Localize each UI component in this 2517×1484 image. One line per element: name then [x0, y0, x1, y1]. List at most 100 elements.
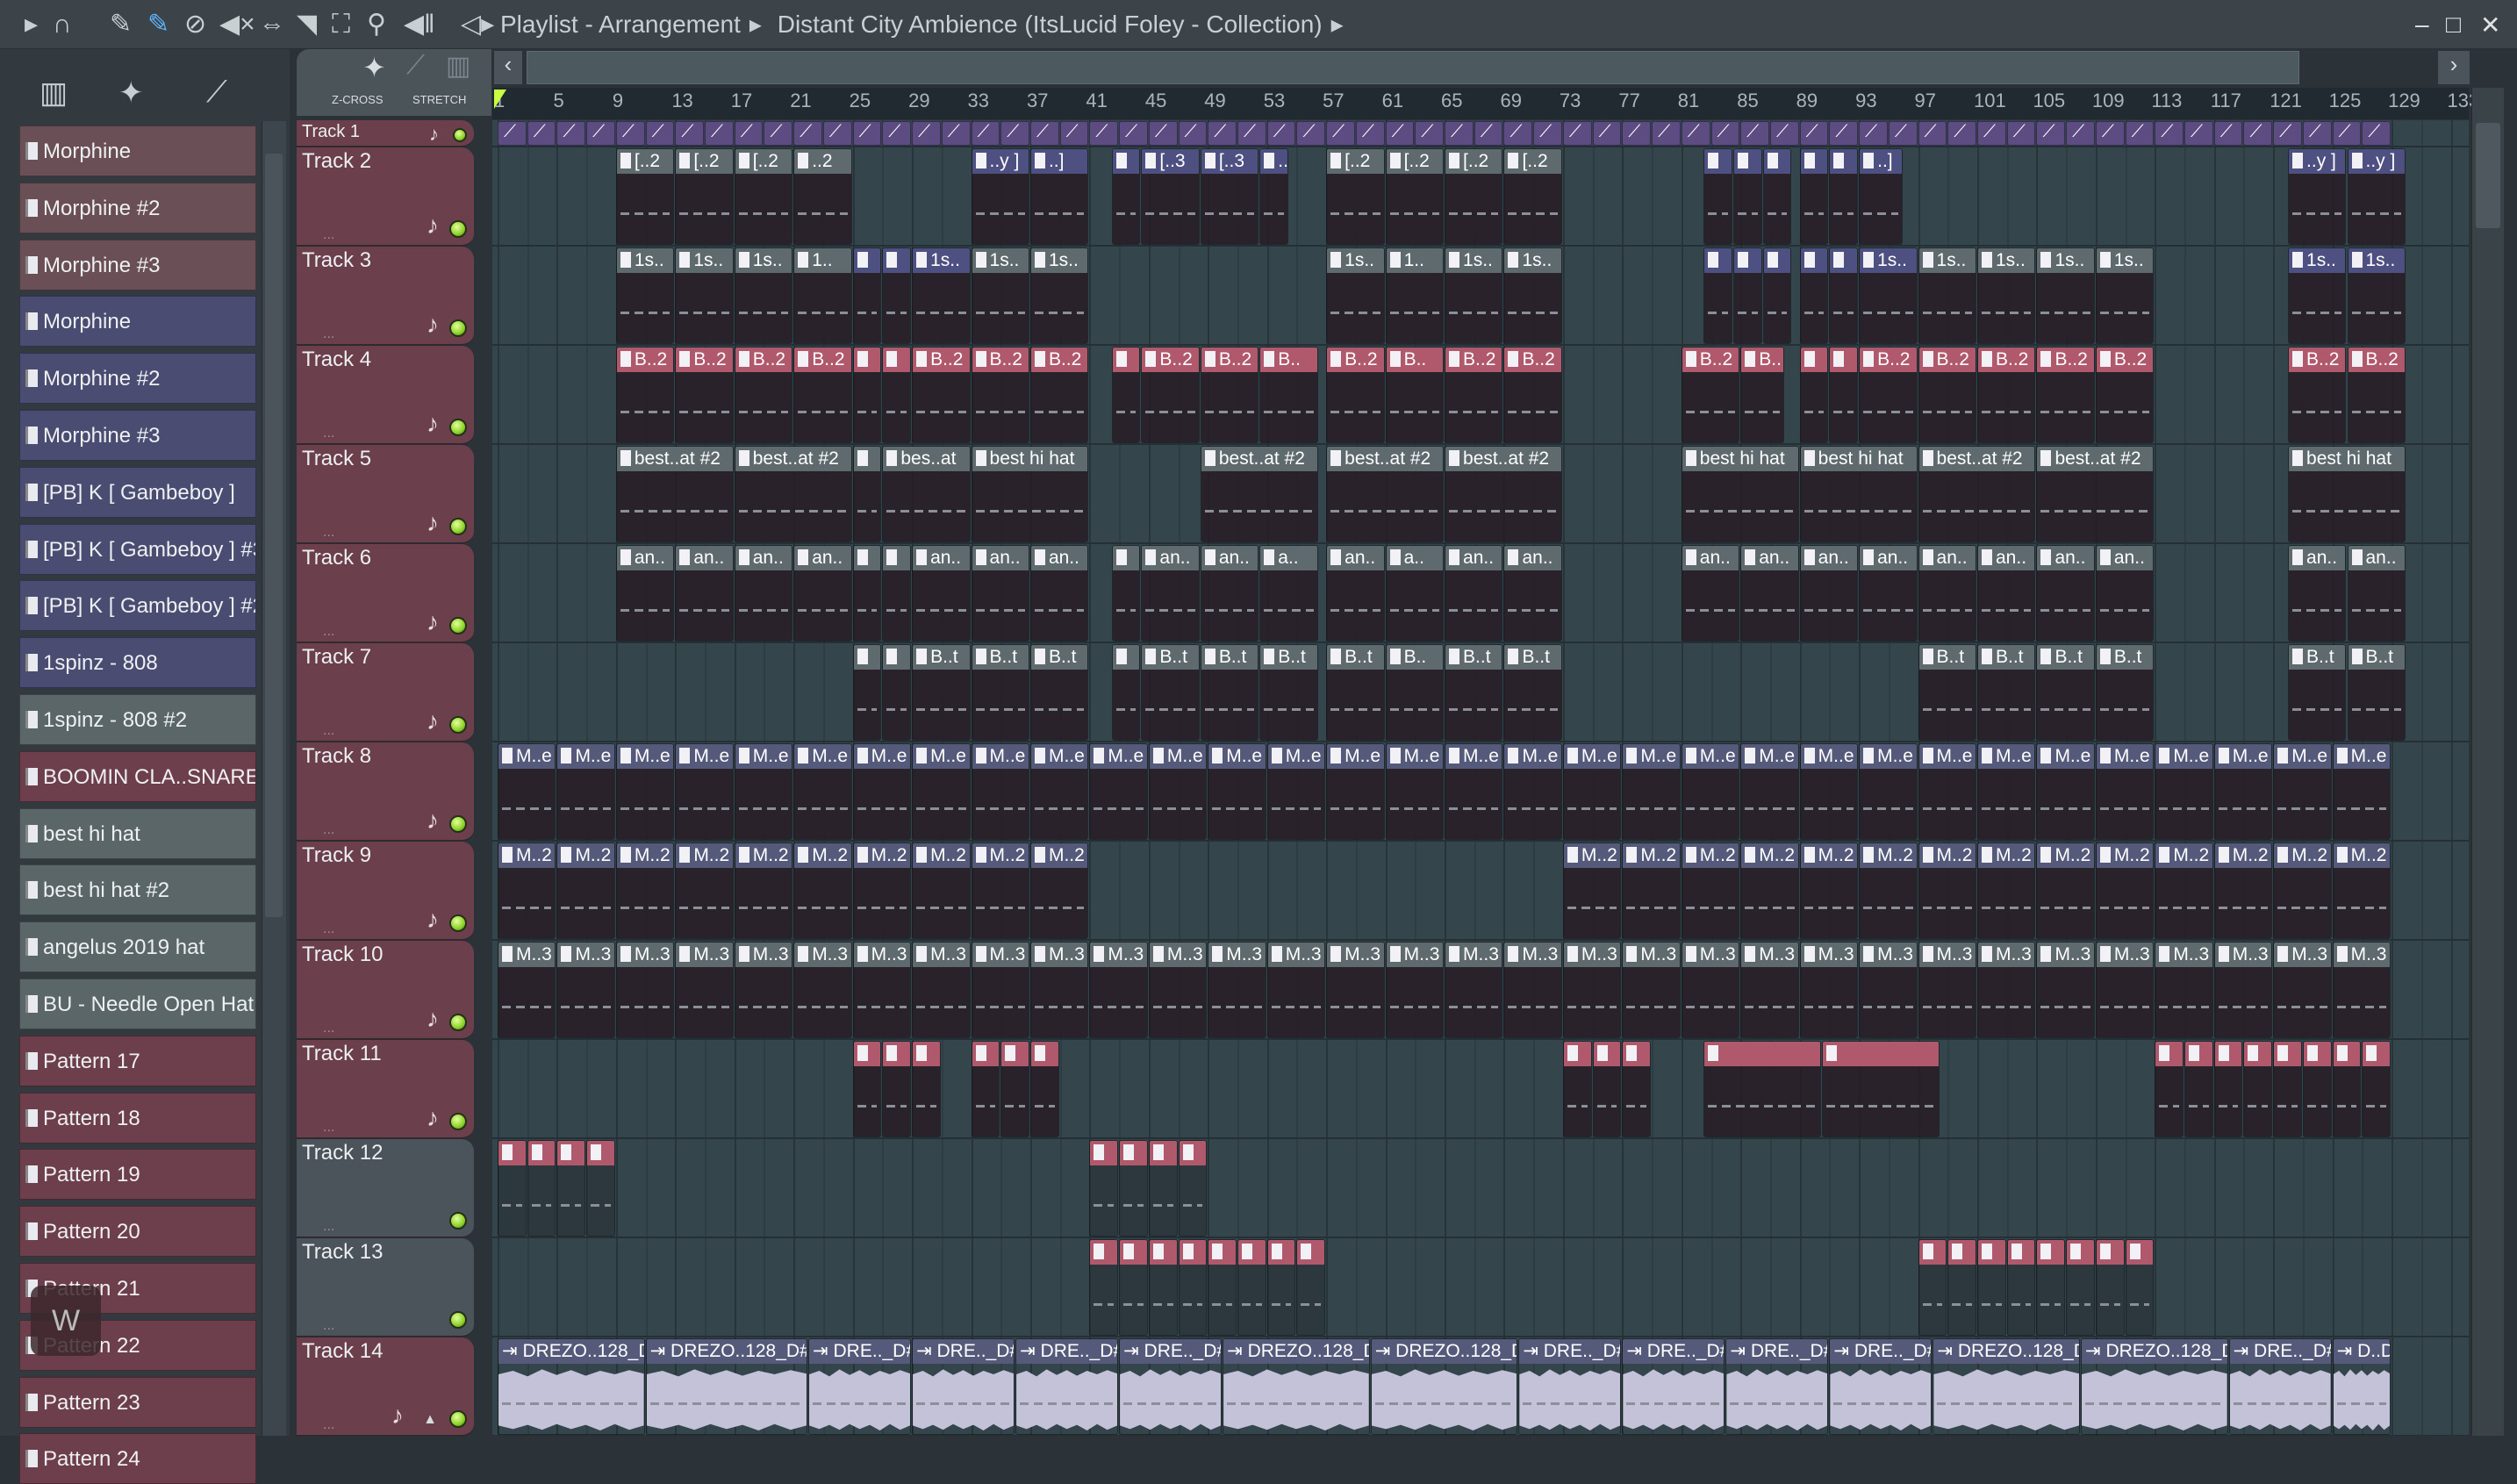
pattern-clip[interactable]: B..2	[2347, 347, 2406, 443]
automation-clip[interactable]: ⟋	[1710, 121, 1740, 146]
automation-icon[interactable]: ⟋	[206, 75, 227, 110]
track-options-icon[interactable]: ...	[323, 1417, 334, 1433]
track-header[interactable]: Track 9 ♪...	[297, 842, 474, 941]
pattern-clip[interactable]: B..2	[2288, 347, 2347, 443]
automation-clip[interactable]: ⟋	[1059, 121, 1089, 146]
pattern-clip[interactable]: 1s..	[2095, 247, 2155, 344]
pattern-clip[interactable]: best hi hat	[1681, 446, 1799, 542]
pattern-clip[interactable]: an..	[1326, 545, 1385, 642]
pattern-clip[interactable]	[1622, 1041, 1652, 1137]
automation-clip[interactable]: ⟋	[1740, 121, 1769, 146]
pattern-clip[interactable]: M..e	[2213, 743, 2273, 840]
pattern-clip[interactable]: B..	[1740, 347, 1784, 443]
pattern-clip[interactable]	[1703, 247, 1732, 344]
pattern-item[interactable]: Pattern 24	[19, 1433, 256, 1484]
pattern-clip[interactable]	[2184, 1041, 2213, 1137]
pattern-clip[interactable]	[1111, 644, 1141, 741]
automation-clip[interactable]: ⟋	[1474, 121, 1503, 146]
automation-clip[interactable]: ⟋	[1178, 121, 1208, 146]
pattern-clip[interactable]: M..e	[852, 743, 912, 840]
pattern-clip[interactable]: best..at #2	[1445, 446, 1562, 542]
pattern-item[interactable]: BOOMIN CLA..SNARE 1_2	[19, 750, 256, 802]
playlist-grid[interactable]: ⟋ ⟋ ⟋ ⟋ ⟋ ⟋ ⟋ ⟋ ⟋ ⟋ ⟋ ⟋ ⟋ ⟋ ⟋ ⟋ ⟋ ⟋ ⟋ ⟋ ⟋ ⟋ ⟋ ⟋ ⟋ ⟋ ⟋ ⟋ ⟋ ⟋ ⟋ ⟋ ⟋ ⟋ ⟋ ⟋ ⟋ ⟋ ⟋ ⟋…	[492, 120, 2469, 1436]
automation-clip[interactable]: ⟋	[1445, 121, 1474, 146]
pattern-clip[interactable]: B..2	[1918, 347, 1976, 443]
pattern-clip[interactable]	[1000, 1041, 1029, 1137]
automation-clip[interactable]: ⟋	[527, 121, 556, 146]
pattern-clip[interactable]: 1s..	[1918, 247, 1976, 344]
automation-clip[interactable]: ⟋	[2362, 121, 2392, 146]
slip-icon[interactable]: ⇔	[259, 9, 285, 40]
pattern-clip[interactable]: 1s..	[1503, 247, 1562, 344]
track-mute-led[interactable]	[449, 1311, 467, 1329]
automation-clip[interactable]: ⟋	[1000, 121, 1029, 146]
pattern-clip[interactable]	[2125, 1239, 2155, 1336]
automation-clip[interactable]: ⟋	[971, 121, 1000, 146]
pattern-clip[interactable]: [..2	[675, 148, 734, 245]
pattern-clip[interactable]: M..2	[1799, 842, 1859, 939]
pattern-clip[interactable]: M..e	[1918, 743, 1976, 840]
pattern-clip[interactable]	[2006, 1239, 2036, 1336]
automation-clip[interactable]: ⟋	[1326, 121, 1355, 146]
automation-clip[interactable]: ⟋	[734, 121, 764, 146]
pattern-clip[interactable]: best..at #2	[1326, 446, 1445, 542]
pattern-clip[interactable]: M..e	[2332, 743, 2392, 840]
automation-clip[interactable]: ⟋	[2125, 121, 2155, 146]
pattern-clip[interactable]: M..e	[1503, 743, 1562, 840]
pattern-clip[interactable]: M..2	[1029, 842, 1089, 939]
track-options-icon[interactable]: ...	[323, 1318, 334, 1334]
pattern-clip[interactable]: M..2	[1681, 842, 1740, 939]
pattern-clip[interactable]: M..e	[1562, 743, 1622, 840]
pattern-clip[interactable]	[1829, 247, 1859, 344]
pattern-clip[interactable]: B..t	[2288, 644, 2347, 741]
automation-clip[interactable]: ⟋	[1355, 121, 1385, 146]
audio-clip[interactable]: ⇥ DREZO..128_D#	[2081, 1338, 2228, 1435]
pattern-clip[interactable]: 1s..	[615, 247, 675, 344]
scroll-right-button[interactable]: ›	[2438, 51, 2470, 84]
pattern-clip[interactable]: M..2	[1562, 842, 1622, 939]
playback-icon[interactable]: ◀‖	[404, 9, 434, 40]
track-header[interactable]: Track 10 ♪...	[297, 941, 474, 1040]
automation-clip[interactable]: ⟋	[1208, 121, 1237, 146]
pattern-clip[interactable]: M..3	[2155, 942, 2213, 1038]
pattern-clip[interactable]	[882, 545, 912, 642]
track-mute-led[interactable]	[449, 1212, 467, 1229]
pencil-icon[interactable]: ✎	[110, 9, 132, 40]
pattern-clip[interactable]	[1111, 148, 1141, 245]
pattern-clip[interactable]: B..t	[1326, 644, 1385, 741]
pattern-clip[interactable]: best..at #2	[615, 446, 734, 542]
pattern-clip[interactable]: an..	[971, 545, 1029, 642]
pattern-clip[interactable]: M..e	[1385, 743, 1445, 840]
pattern-clip[interactable]: B..2	[1977, 347, 2036, 443]
track-mute-led[interactable]	[449, 914, 467, 932]
pattern-clip[interactable]: [..3	[1200, 148, 1259, 245]
pattern-clip[interactable]: best..at #2	[2036, 446, 2155, 542]
audio-wave-icon[interactable]: ✦	[118, 75, 144, 111]
pattern-clip[interactable]: B..2	[2095, 347, 2155, 443]
pattern-clip[interactable]: M..e	[2095, 743, 2155, 840]
pattern-clip[interactable]	[2095, 1239, 2125, 1336]
track-mute-led[interactable]	[449, 1113, 467, 1130]
pattern-clip[interactable]: an..	[2036, 545, 2095, 642]
automation-clip[interactable]: ⟋	[1533, 121, 1562, 146]
track-mute-led[interactable]	[449, 815, 467, 833]
pattern-clip[interactable]	[2302, 1041, 2332, 1137]
pattern-clip[interactable]	[882, 644, 912, 741]
audio-clip[interactable]: ⇥ DRE.._D#	[808, 1338, 912, 1435]
close-button[interactable]: ✕	[2480, 11, 2500, 39]
pattern-clip[interactable]: M..e	[1622, 743, 1681, 840]
pattern-clip[interactable]: B..2	[1029, 347, 1089, 443]
automation-clip[interactable]: ⟋	[2302, 121, 2332, 146]
pattern-clip[interactable]: a..	[1385, 545, 1445, 642]
pattern-clip[interactable]: an..	[793, 545, 852, 642]
pattern-clip[interactable]: [..2	[1385, 148, 1445, 245]
pattern-clip[interactable]	[852, 347, 882, 443]
pattern-item[interactable]: Pattern 23	[19, 1376, 256, 1428]
pattern-clip[interactable]: B..t	[2095, 644, 2155, 741]
pattern-clip[interactable]: M..e	[556, 743, 615, 840]
pattern-clip[interactable]	[1821, 1041, 1940, 1137]
pattern-clip[interactable]: ..y ]	[971, 148, 1029, 245]
piano-icon[interactable]: ▥	[446, 51, 470, 82]
pattern-clip[interactable]: a..	[1259, 545, 1318, 642]
pattern-clip[interactable]: M..3	[1445, 942, 1503, 1038]
